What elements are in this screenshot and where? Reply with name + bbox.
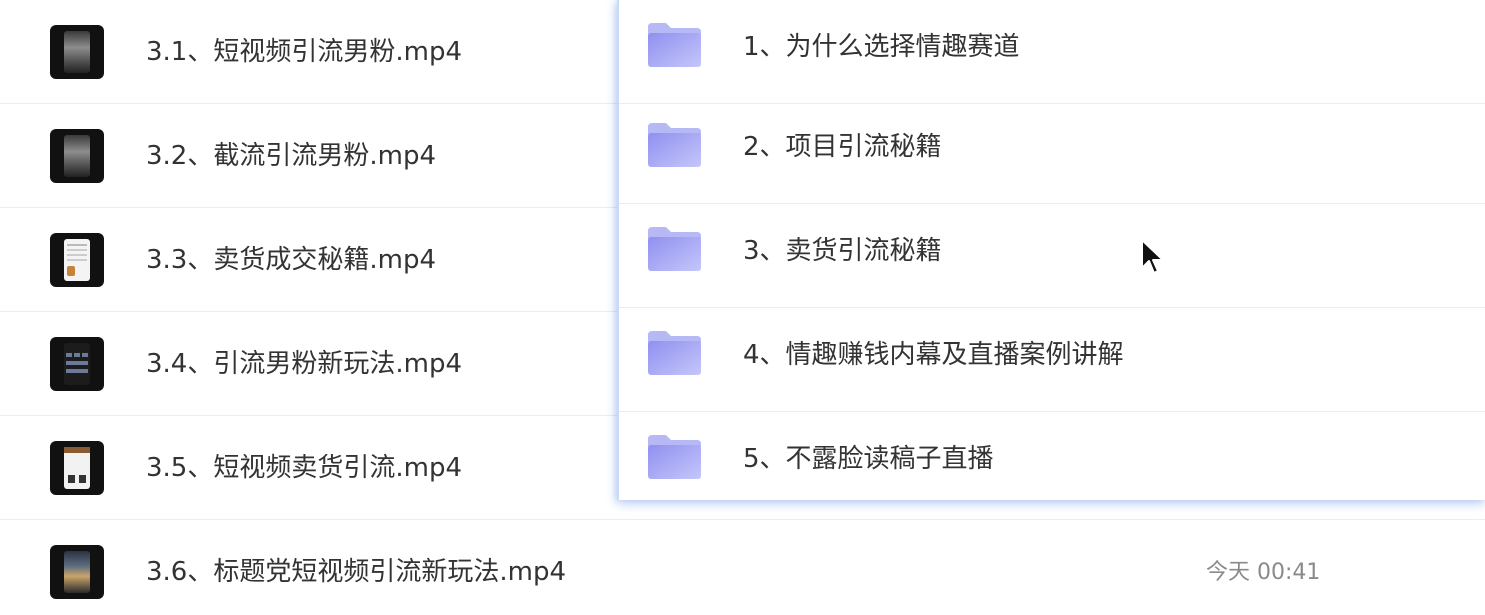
folder-name: 3、卖货引流秘籍 <box>743 236 942 266</box>
folder-icon <box>646 433 703 481</box>
folder-name: 4、情趣赚钱内幕及直播案例讲解 <box>743 340 1124 370</box>
file-time: 今天 00:41 <box>1206 560 1321 585</box>
video-thumbnail <box>50 545 104 599</box>
video-thumbnail <box>50 441 104 495</box>
video-thumbnail <box>50 233 104 287</box>
file-name: 3.2、截流引流男粉.mp4 <box>146 141 436 171</box>
file-name: 3.4、引流男粉新玩法.mp4 <box>146 349 462 379</box>
folder-icon <box>646 329 703 377</box>
folder-icon <box>646 21 703 69</box>
folder-icon <box>646 225 703 273</box>
file-browser: 3.1、短视频引流男粉.mp4 3.2、截流引流男粉.mp4 3.3、卖货成交秘… <box>0 0 1485 615</box>
folder-name: 5、不露脸读稿子直播 <box>743 444 994 474</box>
file-name: 3.1、短视频引流男粉.mp4 <box>146 37 462 67</box>
folder-row[interactable]: 5、不露脸读稿子直播 <box>619 412 1485 500</box>
folder-name: 1、为什么选择情趣赛道 <box>743 32 1020 62</box>
mouse-cursor-icon <box>1140 238 1166 278</box>
file-name: 3.5、短视频卖货引流.mp4 <box>146 453 462 483</box>
video-thumbnail <box>50 129 104 183</box>
folder-name: 2、项目引流秘籍 <box>743 132 942 162</box>
folder-row[interactable]: 4、情趣赚钱内幕及直播案例讲解 <box>619 308 1485 412</box>
folder-row[interactable]: 2、项目引流秘籍 <box>619 100 1485 204</box>
video-thumbnail <box>50 337 104 391</box>
file-name: 3.6、标题党短视频引流新玩法.mp4 <box>146 557 566 587</box>
file-row[interactable]: 3.6、标题党短视频引流新玩法.mp4 今天 00:41 <box>0 520 1485 615</box>
file-name: 3.3、卖货成交秘籍.mp4 <box>146 245 436 275</box>
folder-row[interactable]: 3、卖货引流秘籍 <box>619 204 1485 308</box>
folder-row[interactable]: 1、为什么选择情趣赛道 <box>619 0 1485 104</box>
drag-folder-panel[interactable]: 1、为什么选择情趣赛道 2、项目引流秘籍 3、卖货引流秘籍 4、情趣赚钱内幕及直… <box>617 0 1485 500</box>
video-thumbnail <box>50 25 104 79</box>
folder-icon <box>646 121 703 169</box>
